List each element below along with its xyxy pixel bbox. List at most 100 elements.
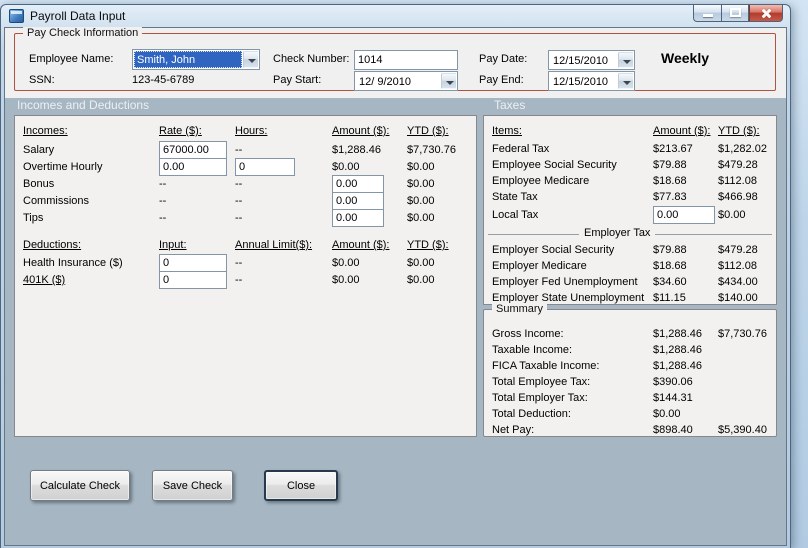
employer-ss-ytd: $479.28 [718, 244, 758, 256]
paycheck-info-group: Pay Check Information Employee Name: Smi… [14, 27, 776, 91]
commissions-amount-input[interactable] [332, 192, 384, 210]
pay-end-value: 12/15/2010 [553, 76, 609, 88]
employer-state-unemployment-amount: $11.15 [653, 292, 686, 304]
local-tax-row: Local Tax $0.00 [484, 209, 776, 223]
commissions-label: Commissions [23, 195, 90, 207]
client-area: Pay Check Information Employee Name: Smi… [4, 27, 787, 546]
tips-ytd: $0.00 [407, 212, 435, 224]
employee-ss-label: Employee Social Security [492, 159, 617, 171]
bonus-row: Bonus -- -- $0.00 [15, 178, 476, 192]
taxable-income-amount: $1,288.46 [653, 344, 702, 356]
health-insurance-ytd: $0.00 [407, 257, 435, 269]
taxes-header-row: Items: Amount ($): YTD ($): [484, 125, 776, 139]
ytd-header: YTD ($): [407, 125, 449, 137]
local-tax-ytd: $0.00 [718, 209, 746, 221]
tips-label: Tips [23, 212, 44, 224]
taxes-amount-header: Amount ($): [653, 125, 711, 137]
employer-ss-amount: $79.88 [653, 244, 687, 256]
summary-group: Summary Gross Income: $1,288.46 $7,730.7… [483, 303, 777, 437]
employee-medicare-label: Employee Medicare [492, 175, 590, 187]
federal-tax-label: Federal Tax [492, 143, 550, 155]
employee-medicare-row: Employee Medicare $18.68 $112.08 [484, 175, 776, 189]
deductions-header-row: Deductions: Input: Annual Limit($): Amou… [15, 239, 476, 253]
commissions-ytd: $0.00 [407, 195, 435, 207]
pay-date-value: 12/15/2010 [553, 55, 609, 67]
chevron-down-icon [441, 73, 456, 89]
federal-tax-amount: $213.67 [653, 143, 693, 155]
overtime-rate-input[interactable] [159, 158, 227, 176]
rate-header: Rate ($): [159, 125, 202, 137]
chevron-down-icon [243, 51, 258, 68]
paycheck-info-group-title: Pay Check Information [23, 27, 143, 39]
fica-taxable-income-label: FICA Taxable Income: [492, 360, 600, 372]
salary-rate-input[interactable] [159, 141, 227, 159]
taxes-panel: Items: Amount ($): YTD ($): Federal Tax … [483, 115, 777, 305]
employer-fed-unemployment-ytd: $434.00 [718, 276, 758, 288]
net-pay-ytd: $5,390.40 [718, 424, 767, 436]
employer-fed-unemployment-amount: $34.60 [653, 276, 687, 288]
employer-ss-label: Employer Social Security [492, 244, 615, 256]
maximize-icon [730, 8, 741, 17]
overtime-hours-input[interactable] [235, 158, 295, 176]
bonus-label: Bonus [23, 178, 55, 190]
bonus-ytd: $0.00 [407, 178, 435, 190]
employee-medicare-ytd: $112.08 [718, 175, 757, 187]
chevron-down-icon [618, 52, 633, 68]
maximize-button[interactable] [721, 5, 749, 22]
local-tax-label: Local Tax [492, 209, 539, 221]
employer-medicare-row: Employer Medicare $18.68 $112.08 [484, 260, 776, 274]
overtime-ytd: $0.00 [407, 161, 435, 173]
save-check-button[interactable]: Save Check [152, 470, 233, 501]
minimize-button[interactable] [693, 5, 721, 22]
salary-ytd: $7,730.76 [407, 144, 456, 156]
employee-name-combobox[interactable]: Smith, John [132, 49, 260, 70]
check-number-label: Check Number: [273, 53, 350, 65]
incomes-header-row: Incomes: Rate ($): Hours: Amount ($): YT… [15, 125, 476, 139]
ssn-label: SSN: [29, 74, 55, 86]
gross-income-amount: $1,288.46 [653, 328, 702, 340]
summary-group-title: Summary [492, 303, 548, 315]
employee-name-selected-value: Smith, John [134, 51, 242, 68]
taxable-income-label: Taxable Income: [492, 344, 573, 356]
state-tax-amount: $77.83 [653, 191, 687, 203]
window-title: Payroll Data Input [30, 9, 126, 23]
deductions-ytd-header: YTD ($): [407, 239, 449, 251]
pay-date-picker[interactable]: 12/15/2010 [548, 50, 635, 70]
bonus-rate: -- [159, 178, 167, 190]
pay-start-picker[interactable]: 12/ 9/2010 [354, 71, 458, 91]
total-employee-tax-row: Total Employee Tax: $390.06 [484, 376, 776, 390]
state-tax-label: State Tax [492, 191, 538, 203]
incomes-header: Incomes: [23, 125, 68, 137]
local-tax-input[interactable] [653, 206, 715, 224]
bonus-hours: -- [235, 178, 243, 190]
taxes-ytd-header: YTD ($): [718, 125, 760, 137]
total-employee-tax-amount: $390.06 [653, 376, 693, 388]
commissions-hours: -- [235, 195, 243, 207]
app-icon [9, 9, 24, 23]
tips-row: Tips -- -- $0.00 [15, 212, 476, 226]
minimize-icon [703, 14, 713, 17]
bonus-amount-input[interactable] [332, 175, 384, 193]
calculate-check-button[interactable]: Calculate Check [30, 470, 130, 501]
pay-end-picker[interactable]: 12/15/2010 [548, 71, 635, 91]
health-insurance-limit: -- [235, 257, 243, 269]
employee-ss-ytd: $479.28 [718, 159, 758, 171]
titlebar[interactable]: Payroll Data Input [1, 5, 790, 27]
total-employee-tax-label: Total Employee Tax: [492, 376, 591, 388]
state-tax-ytd: $466.98 [718, 191, 758, 203]
close-window-button[interactable] [749, 5, 783, 22]
ssn-value: 123-45-6789 [132, 74, 195, 86]
salary-label: Salary [23, 144, 55, 156]
overtime-amount: $0.00 [332, 161, 360, 173]
salary-amount: $1,288.46 [332, 144, 381, 156]
input-header: Input: [159, 239, 187, 251]
health-insurance-input[interactable] [159, 254, 227, 272]
close-button[interactable]: Close [264, 470, 338, 501]
employer-state-unemployment-ytd: $140.00 [718, 292, 758, 304]
401k-input[interactable] [159, 271, 227, 289]
check-number-input[interactable] [354, 50, 458, 70]
401k-label: 401K ($) [23, 274, 66, 286]
tips-amount-input[interactable] [332, 209, 384, 227]
pay-date-label: Pay Date: [479, 53, 528, 65]
health-insurance-amount: $0.00 [332, 257, 360, 269]
